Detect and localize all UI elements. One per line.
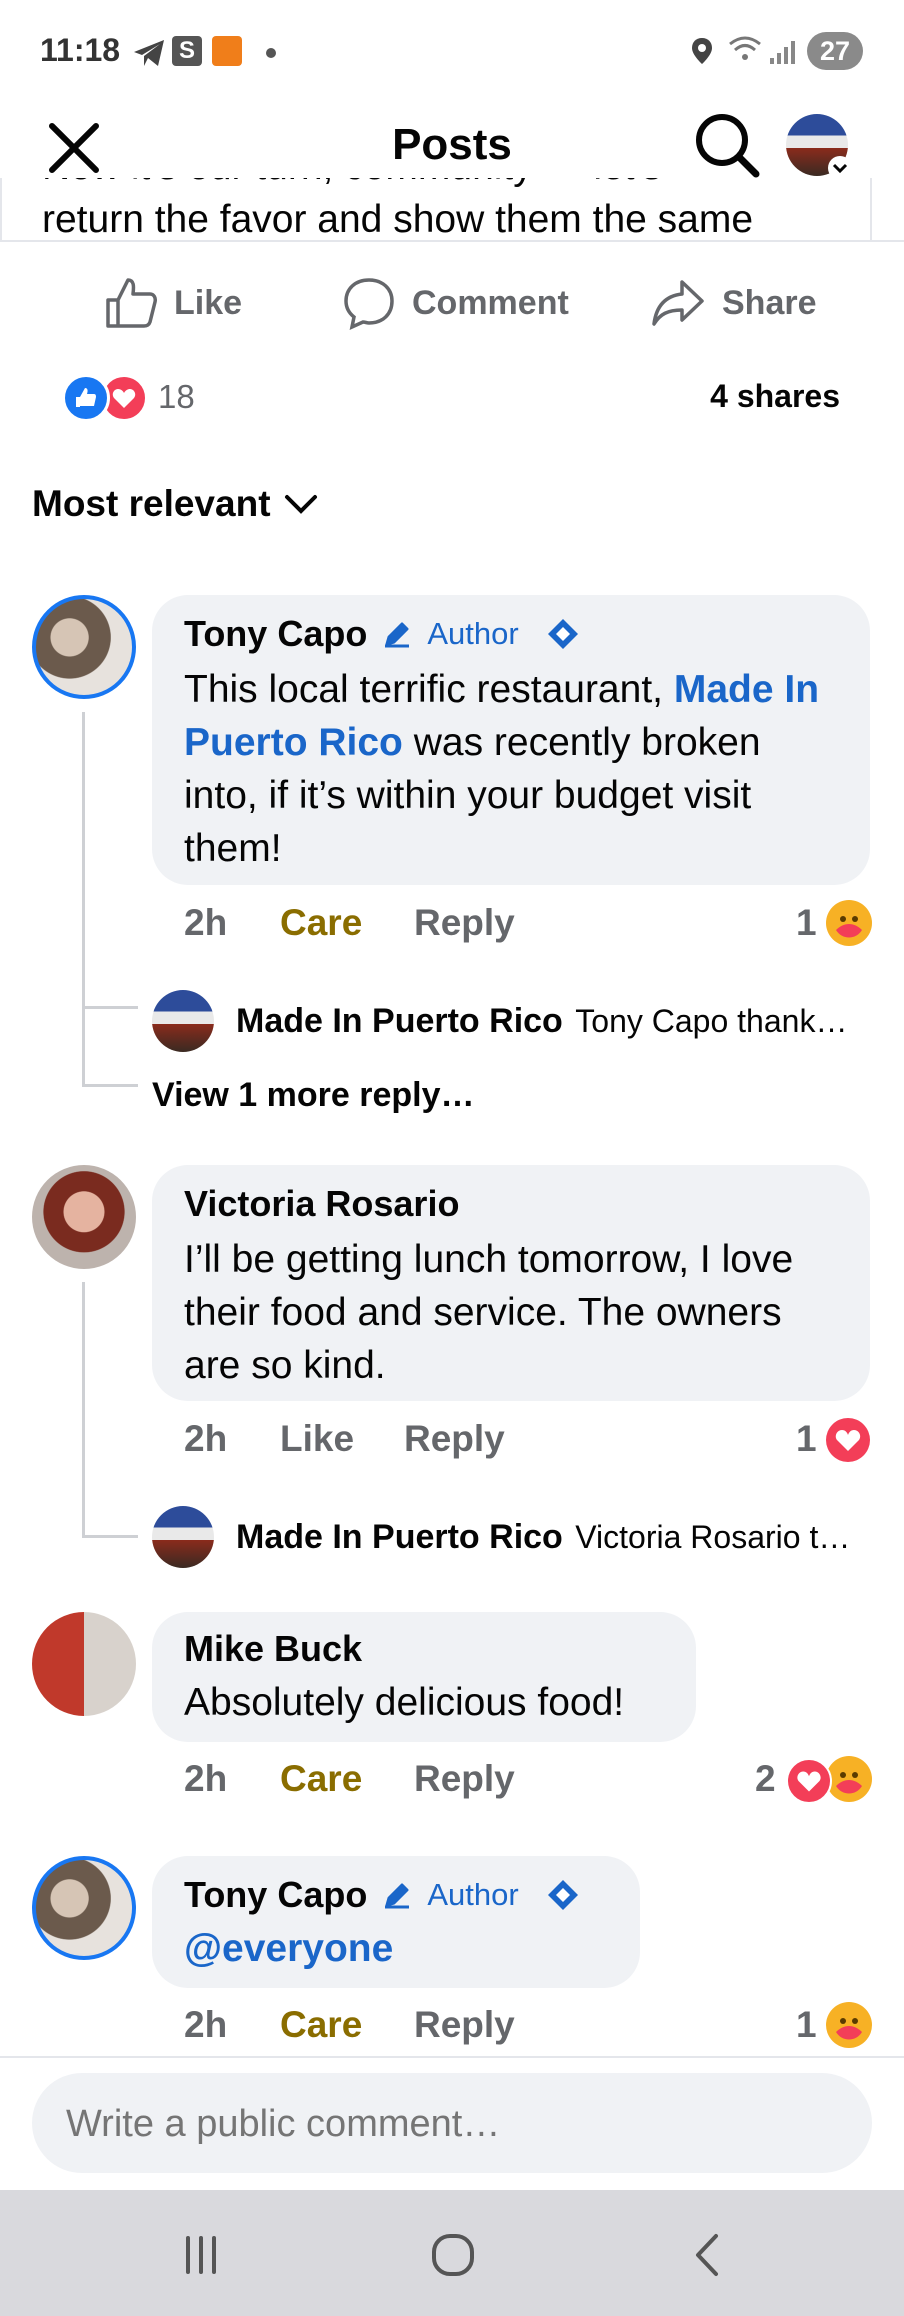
thread-branch [82, 1535, 138, 1538]
comment-composer[interactable] [32, 2073, 872, 2173]
verified-diamond-icon [547, 619, 578, 649]
reaction-count[interactable]: 1 [796, 2004, 817, 2046]
comment-text: I’ll be getting lunch tomorrow, I love t… [184, 1238, 794, 1387]
comment-label: Comment [412, 283, 569, 322]
pencil-icon [385, 1883, 410, 1909]
care-reaction-button[interactable]: Care [280, 2004, 362, 2046]
battery-indicator: 27 [807, 32, 863, 70]
search-icon[interactable] [692, 110, 762, 180]
share-label: Share [722, 283, 817, 322]
recent-apps-icon[interactable] [176, 2230, 226, 2280]
commenter-avatar[interactable] [32, 1856, 136, 1960]
like-button[interactable]: Like [104, 268, 242, 338]
commenter-name[interactable]: Mike Buck [184, 1628, 362, 1670]
thread-branch [82, 1006, 138, 1009]
telegram-icon [132, 38, 166, 73]
mention-everyone-link[interactable]: @everyone [184, 1922, 393, 1975]
chevron-down-icon [284, 495, 317, 514]
comment-time: 2h [184, 1758, 228, 1799]
reply-button[interactable]: Reply [414, 2004, 515, 2046]
reaction-like-icon[interactable] [62, 374, 110, 422]
love-emoji-icon [826, 1418, 870, 1462]
thread-line [82, 1282, 85, 1536]
commenter-name[interactable]: Tony Capo [184, 1874, 367, 1916]
reply-button[interactable]: Reply [414, 902, 515, 944]
location-icon [690, 36, 714, 71]
reply-button[interactable]: Reply [404, 1418, 505, 1460]
composer-divider [0, 2056, 904, 2058]
header-divider [0, 240, 904, 242]
commenter-name[interactable]: Tony Capo [184, 613, 367, 655]
comment-bubble[interactable]: Tony Capo Author This local terrific res… [152, 595, 870, 885]
love-emoji-icon [786, 1758, 832, 1804]
share-icon [652, 280, 704, 326]
reply-preview[interactable]: Made In Puerto Rico Tony Capo thank… [236, 1002, 876, 1041]
reply-button[interactable]: Reply [414, 1758, 515, 1800]
temu-icon [212, 36, 242, 66]
comment-text: This local terrific restaurant, Made In … [184, 668, 820, 870]
wifi-icon [728, 34, 762, 69]
notification-dot-icon [266, 48, 276, 58]
page-avatar[interactable] [152, 1506, 214, 1568]
comment-bubble[interactable]: Victoria Rosario I’ll be getting lunch t… [152, 1165, 870, 1401]
reaction-count[interactable]: 2 [755, 1758, 776, 1800]
commenter-avatar[interactable] [32, 1612, 136, 1716]
signal-icon [768, 38, 798, 71]
reaction-count[interactable]: 1 [796, 902, 817, 944]
comment-time: 2h [184, 902, 228, 943]
comment-input[interactable] [64, 2095, 838, 2153]
shares-count[interactable]: 4 shares [660, 378, 840, 415]
care-emoji-icon [826, 900, 872, 946]
system-nav-bar [0, 2190, 904, 2316]
author-badge: Author [427, 1877, 519, 1912]
care-reaction-button[interactable]: Care [280, 902, 362, 944]
comment-bubble[interactable]: Tony Capo Author @everyone [152, 1856, 640, 1988]
care-emoji-icon [826, 2002, 872, 2048]
care-reaction-button[interactable]: Care [280, 1758, 362, 1800]
reply-snippet: Victoria Rosario t… [575, 1519, 851, 1555]
like-icon [106, 278, 157, 328]
sort-label: Most relevant [32, 483, 271, 524]
home-icon[interactable] [428, 2230, 478, 2280]
post-text-line-2: return the favor and show them the same [42, 198, 754, 240]
reply-author: Made In Puerto Rico [236, 1002, 563, 1040]
post-text-line-1: Now it's our turn, community — let's [42, 178, 753, 193]
author-badge: Author [427, 616, 519, 651]
thread-line [82, 712, 85, 1087]
reaction-count[interactable]: 18 [158, 378, 195, 416]
status-time: 11:18 [40, 32, 121, 68]
reply-preview[interactable]: Made In Puerto Rico Victoria Rosario t… [236, 1518, 876, 1557]
share-button[interactable]: Share [650, 268, 817, 338]
pencil-icon [385, 622, 410, 648]
comment-time: 2h [184, 1418, 228, 1459]
commenter-name[interactable]: Victoria Rosario [184, 1183, 459, 1225]
like-reaction-button[interactable]: Like [280, 1418, 354, 1460]
care-emoji-icon [826, 1756, 872, 1802]
chevron-down-icon[interactable] [828, 156, 852, 180]
commenter-avatar[interactable] [32, 1165, 136, 1269]
comment-icon [344, 278, 394, 330]
view-more-replies[interactable]: View 1 more reply… [152, 1076, 475, 1115]
sort-dropdown[interactable]: Most relevant [32, 483, 319, 525]
app-s-icon: S [172, 36, 202, 66]
status-bar: 11:18 S 27 [0, 0, 904, 100]
page-avatar[interactable] [152, 990, 214, 1052]
post-text-cut: Now it's our turn, community — let's ret… [42, 178, 753, 240]
post-card-border-right [870, 178, 872, 240]
post-card-border-left [0, 178, 2, 240]
verified-diamond-icon [547, 1880, 578, 1910]
comment-text: Absolutely delicious food! [184, 1681, 625, 1724]
comment-button[interactable]: Comment [342, 268, 569, 338]
page-title: Posts [392, 120, 512, 169]
like-label: Like [174, 283, 243, 322]
commenter-avatar[interactable] [32, 595, 136, 699]
reply-snippet: Tony Capo thank… [575, 1003, 848, 1039]
reply-author: Made In Puerto Rico [236, 1518, 563, 1556]
comment-bubble[interactable]: Mike Buck Absolutely delicious food! [152, 1612, 696, 1742]
back-icon[interactable] [684, 2230, 734, 2280]
comment-time: 2h [184, 2004, 228, 2045]
reaction-count[interactable]: 1 [796, 1418, 817, 1460]
thread-branch [82, 1084, 138, 1087]
